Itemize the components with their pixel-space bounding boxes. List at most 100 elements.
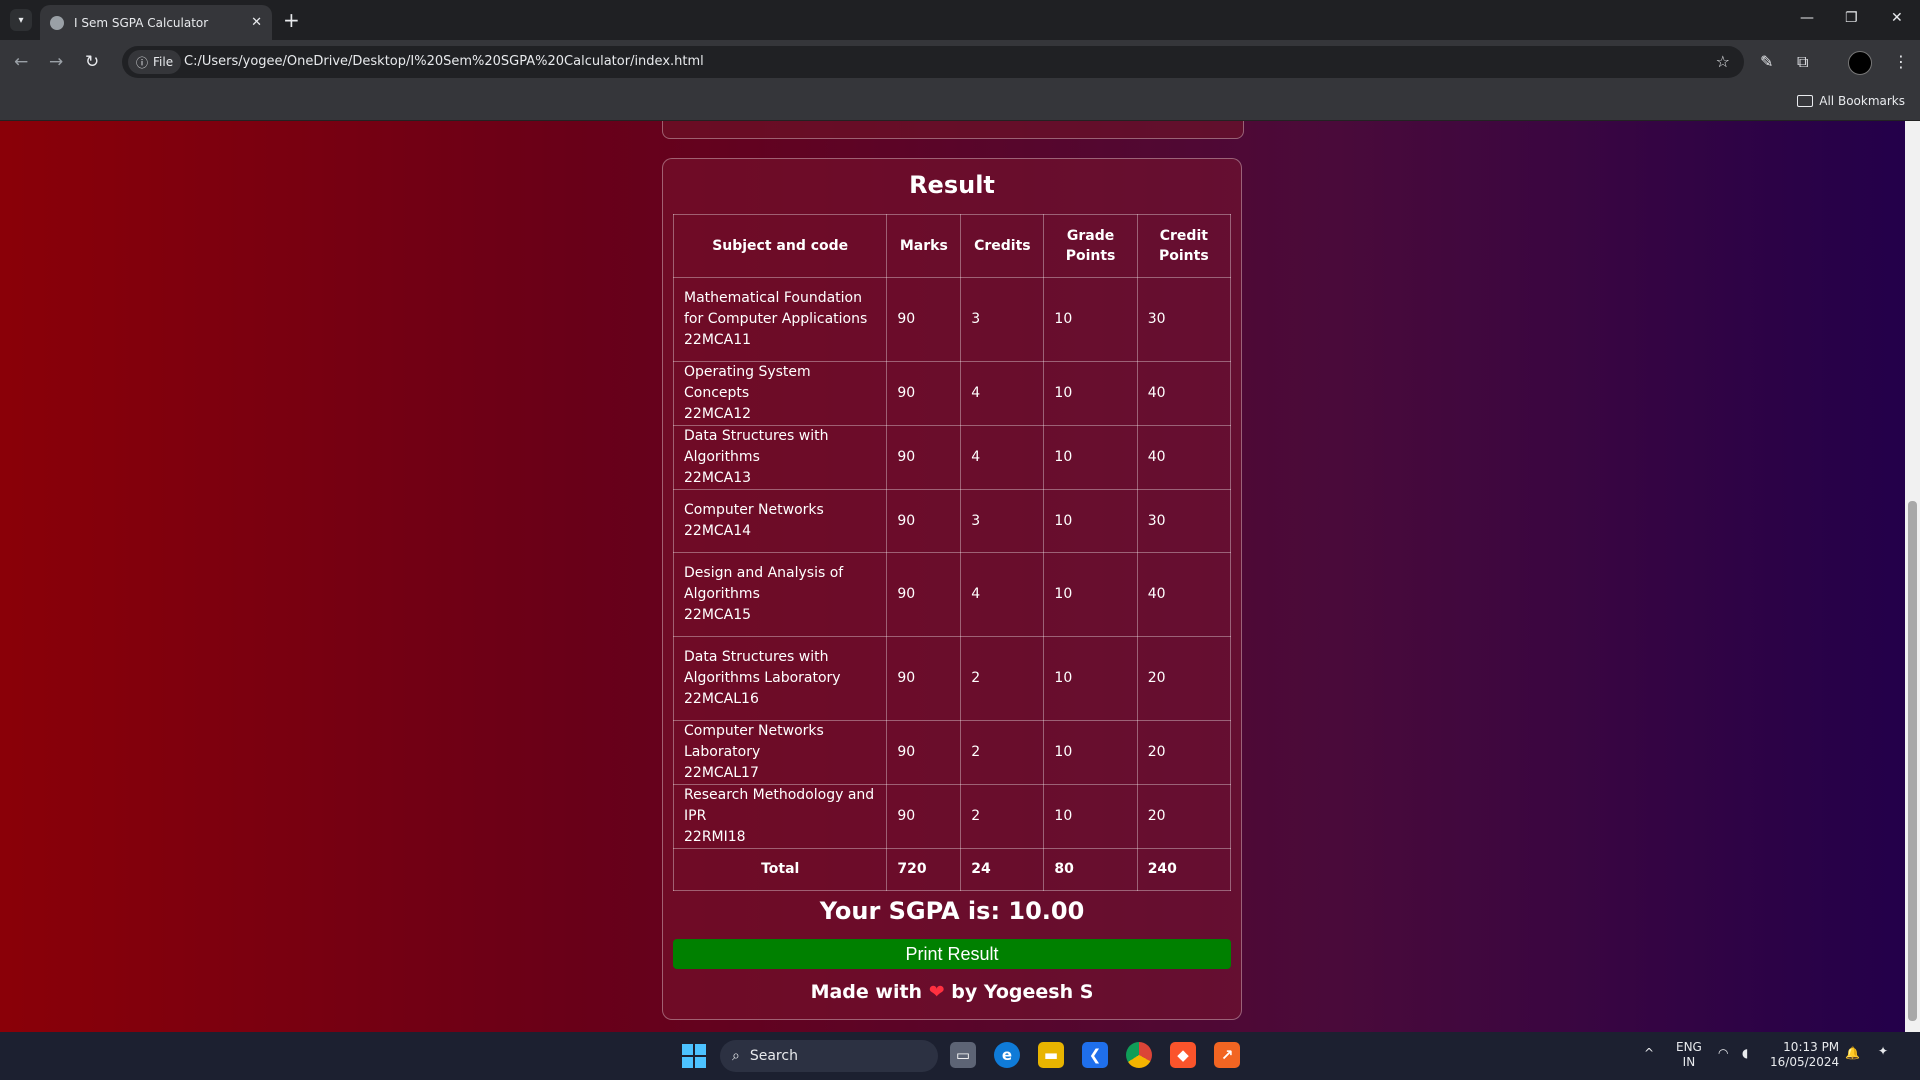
result-card: Result Subject and code Marks Credits Gr… [662, 158, 1242, 1020]
grade-points-cell: 10 [1043, 425, 1138, 490]
grade-points-cell: 10 [1043, 277, 1138, 362]
tab-strip: ▾ I Sem SGPA Calculator ✕ + — ❐ ✕ [0, 0, 1920, 40]
total-credit-points: 240 [1136, 848, 1232, 891]
url-text[interactable]: C:/Users/yogee/OneDrive/Desktop/I%20Sem%… [184, 54, 704, 69]
bookmarks-bar: All Bookmarks [0, 84, 1920, 121]
extensions-icon[interactable]: ⧉ [1797, 52, 1808, 72]
table-row: Mathematical Foundation for Computer App… [672, 277, 1232, 362]
footer-suffix: by Yogeesh S [951, 981, 1094, 1003]
tab-title: I Sem SGPA Calculator [74, 15, 209, 30]
active-tab[interactable]: I Sem SGPA Calculator ✕ [40, 5, 272, 40]
subject-cell: Data Structures with Algorithms 22MCA13 [672, 425, 888, 490]
lang-label: ENG [1676, 1040, 1702, 1054]
header-subject: Subject and code [672, 214, 888, 278]
footer-credit: Made with ❤ by Yogeesh S [663, 981, 1241, 1003]
volume-icon[interactable]: ◖ [1742, 1046, 1748, 1061]
pen-icon[interactable]: ✎ [1760, 52, 1773, 71]
grade-points-cell: 10 [1043, 636, 1138, 721]
new-tab-button[interactable]: + [283, 8, 300, 32]
region-label: IN [1682, 1055, 1696, 1069]
grade-points-cell: 10 [1043, 361, 1138, 426]
credits-cell: 2 [960, 720, 1045, 785]
forward-button[interactable]: → [49, 52, 63, 72]
total-row: Total 720 24 80 240 [672, 848, 1232, 891]
copilot-icon[interactable]: ✦ [1878, 1044, 1888, 1059]
credit-points-cell: 30 [1136, 489, 1232, 553]
footer-prefix: Made with [810, 981, 923, 1003]
all-bookmarks-label: All Bookmarks [1819, 94, 1905, 108]
subject-name: Mathematical Foundation for Computer App… [684, 290, 868, 327]
credits-cell: 2 [960, 784, 1045, 849]
restore-button[interactable]: ❐ [1845, 10, 1858, 26]
back-button[interactable]: ← [14, 52, 28, 72]
table-row: Data Structures with Algorithms Laborato… [672, 636, 1232, 721]
file-explorer-icon[interactable]: ▬ [1038, 1042, 1064, 1068]
marks-cell: 90 [886, 489, 962, 553]
all-bookmarks-button[interactable]: All Bookmarks [1797, 94, 1905, 108]
subject-name: Design and Analysis of Algorithms [684, 565, 844, 602]
subject-cell: Research Methodology and IPR 22RMI18 [672, 784, 888, 849]
sgpa-result: Your SGPA is: 10.00 [819, 897, 1085, 925]
result-table: Subject and code Marks Credits Grade Poi… [672, 214, 1232, 891]
credits-cell: 4 [960, 361, 1045, 426]
print-result-button[interactable]: Print Result [673, 939, 1231, 969]
menu-icon[interactable]: ⋮ [1893, 52, 1909, 71]
grade-points-cell: 10 [1043, 784, 1138, 849]
table-row: Research Methodology and IPR 22RMI18 90 2… [672, 784, 1232, 849]
time-label: 10:13 PM [1783, 1040, 1840, 1054]
language-indicator[interactable]: ENG IN [1676, 1040, 1702, 1070]
address-bar[interactable]: ⓘ File C:/Users/yogee/OneDrive/Desktop/I%… [122, 46, 1744, 78]
credits-cell: 2 [960, 636, 1045, 721]
clock[interactable]: 10:13 PM 16/05/2024 [1770, 1040, 1839, 1070]
search-label: Search [749, 1048, 798, 1064]
subject-code: 22MCAL17 [684, 765, 759, 781]
page-viewport: Result Subject and code Marks Credits Gr… [0, 121, 1905, 1032]
result-title: Result [909, 171, 995, 199]
file-chip-label: File [153, 55, 174, 69]
wifi-icon[interactable]: ◠ [1718, 1046, 1728, 1061]
table-header-row: Subject and code Marks Credits Grade Poi… [672, 214, 1232, 278]
notification-bell-icon[interactable]: 🔔 [1845, 1046, 1860, 1061]
close-window-button[interactable]: ✕ [1891, 10, 1903, 26]
date-label: 16/05/2024 [1770, 1055, 1840, 1069]
app-icon[interactable]: ↗ [1214, 1042, 1240, 1068]
edge-icon[interactable]: e [994, 1042, 1020, 1068]
subject-code: 22MCA12 [684, 406, 752, 422]
profile-avatar[interactable] [1848, 51, 1872, 75]
marks-cell: 90 [886, 636, 962, 721]
bookmark-star-icon[interactable]: ☆ [1716, 52, 1730, 71]
subject-name: Data Structures with Algorithms Laborato… [684, 649, 841, 686]
start-button[interactable] [682, 1044, 706, 1068]
marks-cell: 90 [886, 361, 962, 426]
marks-cell: 90 [886, 720, 962, 785]
chrome-icon[interactable] [1126, 1042, 1152, 1068]
taskbar-search[interactable]: ⌕ Search [720, 1040, 938, 1072]
page-scrollbar[interactable] [1905, 121, 1920, 1032]
close-tab-icon[interactable]: ✕ [251, 15, 262, 30]
reload-button[interactable]: ↻ [85, 52, 99, 72]
credits-cell: 4 [960, 552, 1045, 637]
subject-cell: Mathematical Foundation for Computer App… [672, 277, 888, 362]
show-hidden-icons-icon[interactable]: ^ [1644, 1046, 1654, 1061]
scrollbar-thumb[interactable] [1908, 501, 1917, 1021]
subject-name: Computer Networks Laboratory [684, 723, 824, 760]
subject-code: 22MCA14 [684, 523, 752, 539]
subject-code: 22MCA11 [684, 332, 752, 348]
tab-search-button[interactable]: ▾ [10, 9, 32, 31]
search-icon: ⌕ [732, 1048, 740, 1064]
header-grade-points: Grade Points [1043, 214, 1138, 278]
subject-cell: Design and Analysis of Algorithms 22MCA15 [672, 552, 888, 637]
subject-code: 22MCAL16 [684, 691, 759, 707]
credit-points-cell: 40 [1136, 425, 1232, 490]
subject-code: 22MCA15 [684, 607, 752, 623]
task-view-icon[interactable]: ▭ [950, 1042, 976, 1068]
grade-points-cell: 10 [1043, 720, 1138, 785]
vscode-icon[interactable]: ❮ [1082, 1042, 1108, 1068]
total-credits: 24 [960, 848, 1045, 891]
subject-cell: Computer Networks 22MCA14 [672, 489, 888, 553]
minimize-button[interactable]: — [1800, 10, 1814, 26]
marks-cell: 90 [886, 784, 962, 849]
brave-icon[interactable]: ◆ [1170, 1042, 1196, 1068]
site-info-chip[interactable]: ⓘ File [128, 50, 182, 74]
grade-points-cell: 10 [1043, 489, 1138, 553]
